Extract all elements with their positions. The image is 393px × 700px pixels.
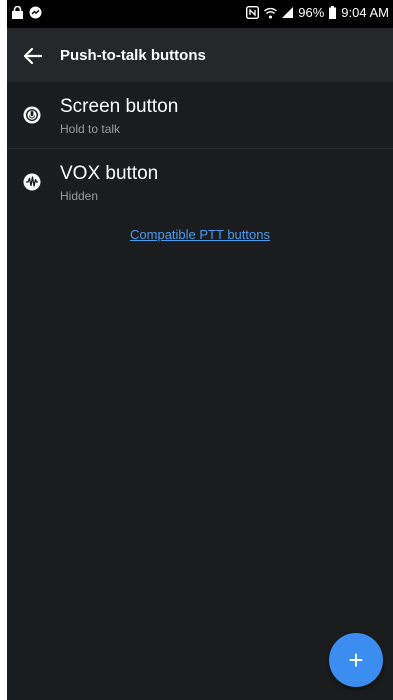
- add-icon: +: [348, 645, 364, 675]
- battery-icon: [329, 6, 337, 19]
- vox-waveform-icon: [23, 173, 41, 191]
- page-title: Push-to-talk buttons: [60, 47, 206, 64]
- ptt-button-list: Screen button Hold to talk VOX button Hi…: [7, 82, 393, 215]
- list-item-screen-button[interactable]: Screen button Hold to talk: [7, 82, 393, 148]
- list-item-title: VOX button: [60, 163, 159, 184]
- app-bar: Push-to-talk buttons: [7, 28, 393, 82]
- list-item-subtitle: Hold to talk: [60, 122, 121, 136]
- ptt-screen-icon: [23, 106, 41, 124]
- status-bar: 96% 9:04 AM: [7, 0, 393, 28]
- compatible-ptt-buttons-link[interactable]: Compatible PTT buttons: [7, 227, 393, 242]
- lock-icon: [12, 6, 23, 19]
- battery-percent: 96%: [298, 5, 325, 20]
- signal-icon: [282, 7, 294, 18]
- list-item-vox-button[interactable]: VOX button Hidden: [7, 148, 393, 215]
- wifi-icon: [264, 7, 278, 18]
- arrow-left-icon[interactable]: [21, 44, 45, 68]
- list-item-title: Screen button: [60, 96, 179, 117]
- add-button[interactable]: +: [329, 633, 383, 687]
- app-screen: 96% 9:04 AM Push-to-talk buttons Screen …: [7, 0, 393, 700]
- messenger-icon: [29, 6, 42, 19]
- nfc-icon: [246, 6, 260, 19]
- list-item-subtitle: Hidden: [60, 189, 99, 203]
- clock: 9:04 AM: [341, 5, 389, 20]
